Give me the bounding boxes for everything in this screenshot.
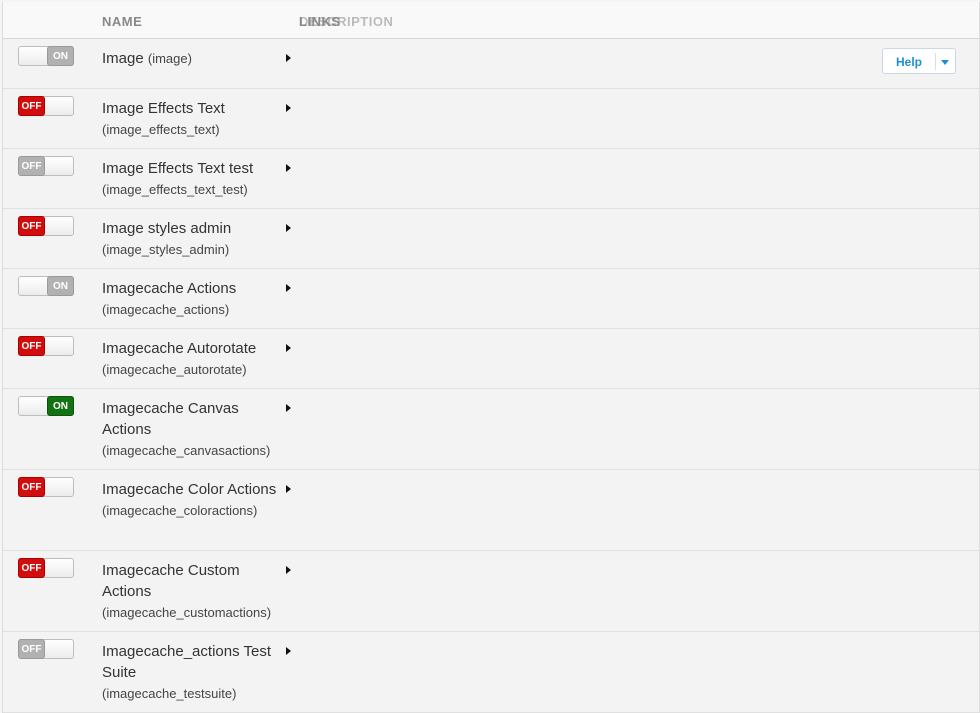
- table-header: NAME DESCRIPTION LINKS: [3, 2, 979, 39]
- module-toggle[interactable]: ON: [18, 276, 74, 296]
- table-row: ON Imagecache Canvas Actions (imagecache_c…: [3, 389, 979, 470]
- toggle-state-label: OFF: [18, 216, 45, 236]
- modules-table: NAME DESCRIPTION LINKS ON Image (image) He…: [2, 2, 980, 713]
- module-machine-name: (image): [147, 51, 192, 66]
- module-name: Imagecache Canvas Actions (imagecache_can…: [102, 398, 282, 461]
- table-row: OFF Image Effects Text (image_effects_text…: [3, 89, 979, 149]
- table-row: ON Imagecache Actions (imagecache_actions): [3, 269, 979, 329]
- expand-arrow-icon[interactable]: [286, 54, 291, 62]
- expand-arrow-icon[interactable]: [286, 164, 291, 172]
- module-machine-name: (imagecache_actions): [102, 302, 230, 317]
- toggle-state-label: OFF: [18, 558, 45, 578]
- module-machine-name: (imagecache_autorotate): [102, 362, 247, 377]
- toggle-state-label: OFF: [18, 336, 45, 356]
- module-title: Imagecache Autorotate: [102, 340, 257, 357]
- module-name: Imagecache_actions Test Suite (imagecache…: [102, 641, 282, 704]
- module-name: Imagecache Actions (imagecache_actions): [102, 278, 282, 320]
- module-machine-name: (image_styles_admin): [102, 242, 230, 257]
- module-machine-name: (imagecache_customactions): [102, 605, 272, 620]
- table-row: OFF Imagecache_actions Test Suite (imageca…: [3, 632, 979, 713]
- module-machine-name: (imagecache_testsuite): [102, 686, 237, 701]
- expand-arrow-icon[interactable]: [286, 647, 291, 655]
- expand-arrow-icon[interactable]: [286, 104, 291, 112]
- module-name: Image styles admin (image_styles_admin): [102, 218, 282, 260]
- module-title: Imagecache Color Actions: [102, 481, 277, 498]
- table-body: ON Image (image) Help OFF Image Effects Text…: [3, 39, 979, 713]
- module-title: Imagecache Actions: [102, 280, 237, 297]
- toggle-state-label: ON: [47, 396, 74, 416]
- expand-arrow-icon[interactable]: [286, 224, 291, 232]
- table-row: OFF Imagecache Autorotate (imagecache_auto…: [3, 329, 979, 389]
- module-title: Imagecache Canvas Actions: [102, 400, 239, 438]
- module-toggle[interactable]: OFF: [18, 96, 74, 116]
- toggle-state-label: OFF: [18, 477, 45, 497]
- module-name: Image Effects Text (image_effects_text): [102, 98, 282, 140]
- expand-arrow-icon[interactable]: [286, 284, 291, 292]
- expand-arrow-icon[interactable]: [286, 344, 291, 352]
- toggle-state-label: OFF: [18, 156, 45, 176]
- table-row: OFF Image Effects Text test (image_effects…: [3, 149, 979, 209]
- module-name: Image Effects Text test (image_effects_te…: [102, 158, 282, 200]
- toggle-state-label: OFF: [18, 96, 45, 116]
- module-title: Image: [102, 50, 144, 67]
- module-toggle[interactable]: OFF: [18, 558, 74, 578]
- module-name: Imagecache Custom Actions (imagecache_cus…: [102, 560, 282, 623]
- toggle-state-label: OFF: [18, 639, 45, 659]
- module-toggle[interactable]: ON: [18, 396, 74, 416]
- table-row: OFF Image styles admin (image_styles_admin…: [3, 209, 979, 269]
- toggle-state-label: ON: [47, 46, 74, 66]
- help-button-label: Help: [896, 55, 923, 69]
- module-title: Image styles admin: [102, 220, 232, 237]
- expand-arrow-icon[interactable]: [286, 485, 291, 493]
- table-row: ON Image (image) Help: [3, 39, 979, 89]
- toggle-state-label: ON: [47, 276, 74, 296]
- module-name: Image (image): [102, 48, 282, 69]
- module-name: Imagecache Color Actions (imagecache_colo…: [102, 479, 282, 521]
- module-title: Image Effects Text: [102, 100, 225, 117]
- module-title: Image Effects Text test: [102, 160, 254, 177]
- module-machine-name: (image_effects_text_test): [102, 182, 248, 197]
- module-name: Imagecache Autorotate (imagecache_autorot…: [102, 338, 282, 380]
- table-row: OFF Imagecache Color Actions (imagecache_c…: [3, 470, 979, 551]
- module-title: Imagecache_actions Test Suite: [102, 643, 271, 681]
- module-machine-name: (image_effects_text): [102, 122, 220, 137]
- module-toggle[interactable]: OFF: [18, 216, 74, 236]
- table-row: OFF Imagecache Custom Actions (imagecache_…: [3, 551, 979, 632]
- module-toggle[interactable]: OFF: [18, 156, 74, 176]
- module-toggle[interactable]: OFF: [18, 477, 74, 497]
- expand-arrow-icon[interactable]: [286, 566, 291, 574]
- expand-arrow-icon[interactable]: [286, 404, 291, 412]
- module-machine-name: (imagecache_canvasactions): [102, 443, 271, 458]
- column-header-name: NAME: [102, 14, 143, 29]
- caret-down-icon[interactable]: [941, 60, 949, 65]
- module-machine-name: (imagecache_coloractions): [102, 503, 258, 518]
- help-divider: [935, 53, 936, 70]
- column-header-links: LINKS: [299, 14, 341, 29]
- module-toggle[interactable]: OFF: [18, 336, 74, 356]
- module-toggle[interactable]: OFF: [18, 639, 74, 659]
- help-dropdown-button[interactable]: Help: [882, 48, 956, 74]
- module-title: Imagecache Custom Actions: [102, 562, 240, 600]
- module-toggle[interactable]: ON: [18, 46, 74, 66]
